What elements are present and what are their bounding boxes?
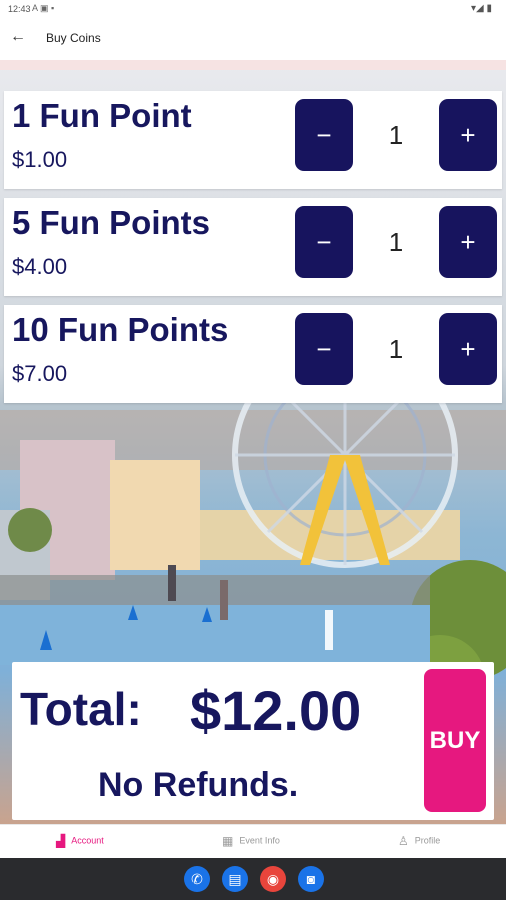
product-price: $4.00 xyxy=(12,254,68,279)
page-title: Buy Coins xyxy=(46,31,101,45)
increment-button[interactable]: + xyxy=(439,206,497,278)
notification-icons: A ▣ ▪ xyxy=(32,3,55,13)
decrement-button[interactable]: − xyxy=(295,206,353,278)
increment-button[interactable]: + xyxy=(439,313,497,385)
decrement-button[interactable]: − xyxy=(295,313,353,385)
quantity-value: 1 xyxy=(355,206,437,278)
person-icon: ♙ xyxy=(398,834,409,848)
product-name: 1 Fun Point xyxy=(12,97,192,134)
product-card: 10 Fun Points $7.00 − 1 + xyxy=(4,305,502,403)
app-bar: ← Buy Coins xyxy=(0,20,506,60)
product-card: 1 Fun Point $1.00 − 1 + xyxy=(4,91,502,189)
system-dock: ✆ ▤ ◉ ◙ xyxy=(0,858,506,900)
quantity-stepper: − 1 + xyxy=(295,206,497,278)
quantity-stepper: − 1 + xyxy=(295,99,497,171)
product-name: 10 Fun Points xyxy=(12,311,229,348)
camera-icon[interactable]: ◙ xyxy=(298,866,324,892)
total-card: Total: $12.00 No Refunds. BUY xyxy=(12,662,494,820)
nav-label: Account xyxy=(71,835,104,846)
account-icon: ▟ xyxy=(56,834,66,848)
total-amount: $12.00 xyxy=(190,679,362,742)
buy-button[interactable]: BUY xyxy=(424,669,486,812)
status-bar: 12:43 A ▣ ▪ ▾◢ ▮ xyxy=(0,0,506,20)
back-arrow-icon[interactable]: ← xyxy=(10,28,26,46)
increment-button[interactable]: + xyxy=(439,99,497,171)
product-price: $7.00 xyxy=(12,361,68,386)
pink-strip xyxy=(0,60,506,70)
chrome-icon[interactable]: ◉ xyxy=(260,866,286,892)
decrement-button[interactable]: − xyxy=(295,99,353,171)
product-card: 5 Fun Points $4.00 − 1 + xyxy=(4,198,502,296)
wifi-battery-icons: ▾◢ ▮ xyxy=(471,3,492,14)
phone-icon[interactable]: ✆ xyxy=(184,866,210,892)
nav-label: Event Info xyxy=(239,835,280,846)
nav-label: Profile xyxy=(414,835,441,846)
nav-account[interactable]: ▟ Account xyxy=(56,834,104,848)
product-name: 5 Fun Points xyxy=(12,204,210,241)
nav-profile[interactable]: ♙ Profile xyxy=(398,834,440,848)
product-price: $1.00 xyxy=(12,147,68,172)
bottom-navigation: ▟ Account ▦ Event Info ♙ Profile xyxy=(0,824,506,859)
refund-notice: No Refunds. xyxy=(98,766,299,804)
calendar-icon: ▦ xyxy=(222,834,234,848)
quantity-stepper: − 1 + xyxy=(295,313,497,385)
quantity-value: 1 xyxy=(355,99,437,171)
nav-event-info[interactable]: ▦ Event Info xyxy=(222,834,280,848)
status-time: 12:43 xyxy=(8,4,31,14)
quantity-value: 1 xyxy=(355,313,437,385)
total-label: Total: xyxy=(20,683,142,735)
messages-icon[interactable]: ▤ xyxy=(222,866,248,892)
